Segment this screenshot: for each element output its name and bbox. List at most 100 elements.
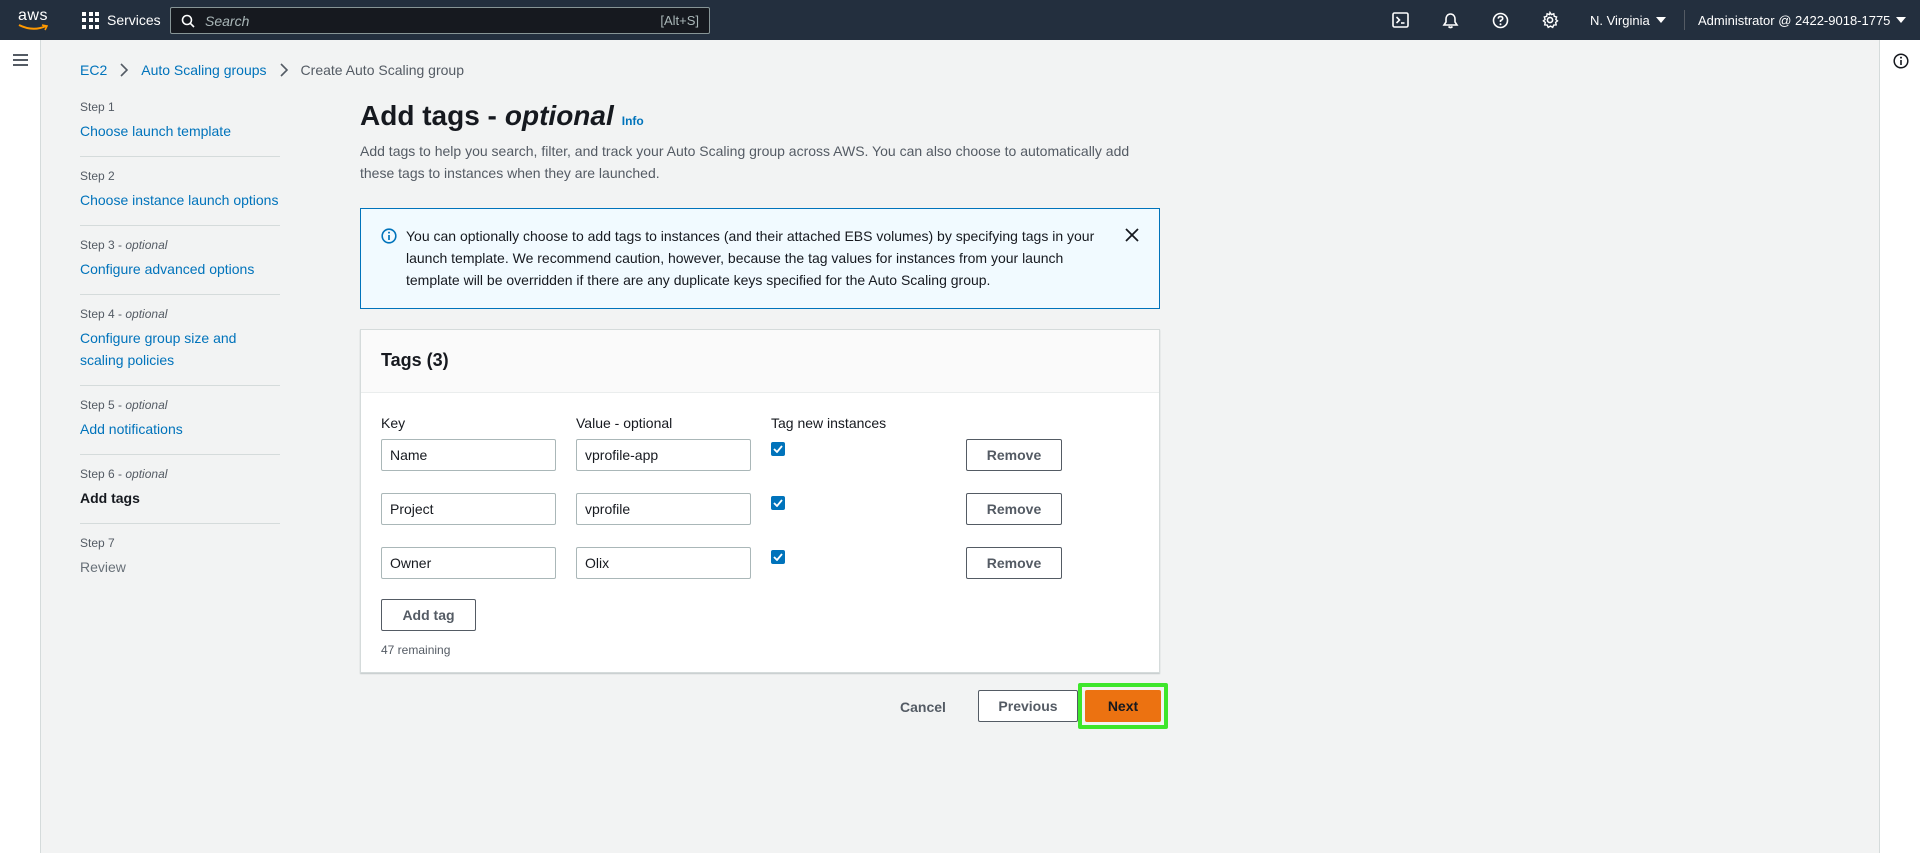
step-link-choose-instance-launch-options[interactable]: Choose instance launch options [80,189,280,211]
tag-value-input[interactable] [576,493,751,525]
step-5: Step 5 - optional Add notifications [80,398,280,455]
tag-row: Remove [381,439,1081,471]
step-link-choose-launch-template[interactable]: Choose launch template [80,120,280,142]
step-6: Step 6 - optional Add tags [80,467,280,524]
step-1: Step 1 Choose launch template [80,100,280,157]
step-number: Step 7 [80,536,115,550]
remove-tag-button[interactable]: Remove [966,547,1062,579]
account-label: Administrator @ 2422-9018-1775 [1698,12,1891,28]
search-placeholder: Search [205,12,250,29]
add-tag-button[interactable]: Add tag [381,599,476,631]
services-label: Services [107,12,161,28]
alert-text: You can optionally choose to add tags to… [406,228,1095,288]
step-3: Step 3 - optional Configure advanced opt… [80,238,280,295]
chevron-right-icon [279,63,288,77]
step-review: Review [80,559,126,575]
breadcrumb-current: Create Auto Scaling group [300,62,464,78]
column-value-label: Value - optional [576,415,673,431]
step-7: Step 7 Review [80,536,280,592]
tag-key-input[interactable] [381,547,556,579]
info-panel-icon[interactable] [1893,53,1909,69]
step-optional: optional [125,467,168,481]
account-menu[interactable]: Administrator @ 2422-9018-1775 [1698,0,1907,40]
caret-down-icon [1896,17,1907,23]
step-number: Step 3 [80,238,115,252]
page-title-text: Add tags - [360,100,497,131]
step-number: Step 5 [80,398,115,412]
step-4: Step 4 - optional Configure group size a… [80,307,280,386]
breadcrumb-auto-scaling-groups[interactable]: Auto Scaling groups [141,62,266,78]
right-tools-rail [1879,40,1920,853]
caret-down-icon [1655,17,1666,23]
aws-smile-icon [18,24,48,31]
aws-logo[interactable]: aws [16,6,52,34]
info-icon [381,228,397,244]
services-grid-icon [82,11,99,29]
search-shortcut: [Alt+S] [660,13,699,28]
left-navigation-rail [0,40,41,853]
previous-button[interactable]: Previous [978,690,1078,722]
breadcrumb: EC2 Auto Scaling groups Create Auto Scal… [80,62,464,78]
step-link-configure-group-size[interactable]: Configure group size and scaling policie… [80,327,280,371]
breadcrumb-ec2[interactable]: EC2 [80,62,107,78]
step-number: Step 6 [80,467,115,481]
step-optional: optional [125,238,168,252]
next-button[interactable]: Next [1085,690,1161,722]
check-icon [773,499,783,507]
cancel-button[interactable]: Cancel [900,699,946,715]
tag-new-instances-checkbox[interactable] [771,442,785,456]
help-icon[interactable] [1490,10,1510,30]
page-title: Add tags - optional Info [360,100,1160,132]
tag-key-input[interactable] [381,493,556,525]
column-tag-new-label: Tag new instances [771,415,887,431]
step-optional: optional [125,398,168,412]
remove-tag-button[interactable]: Remove [966,493,1062,525]
hamburger-menu-icon[interactable] [13,54,28,66]
tags-panel-header: Tags (3) [361,330,1159,393]
nav-divider [1684,10,1685,30]
info-link[interactable]: Info [622,114,644,128]
tag-new-instances-checkbox[interactable] [771,550,785,564]
page-description: Add tags to help you search, filter, and… [360,143,1130,181]
step-number: Step 4 [80,307,115,321]
step-link-add-notifications[interactable]: Add notifications [80,418,280,440]
step-2: Step 2 Choose instance launch options [80,169,280,226]
step-current-add-tags: Add tags [80,490,140,506]
tag-value-input[interactable] [576,439,751,471]
wizard-actions: Cancel Previous Next [360,683,1168,730]
next-button-highlight: Next [1078,683,1168,729]
tag-row: Remove [381,493,1081,525]
aws-logo-text: aws [18,7,48,24]
tags-panel: Tags (3) Key Value - optional Tag new in… [360,329,1160,673]
region-selector[interactable]: N. Virginia [1590,0,1666,40]
check-icon [773,445,783,453]
tag-new-instances-checkbox[interactable] [771,496,785,510]
tags-panel-title: Tags (3) [381,350,449,370]
step-number: Step 2 [80,169,115,183]
search-icon [181,14,195,28]
tags-panel-body: Key Value - optional Tag new instances R… [361,393,1159,579]
wizard-steps: Step 1 Choose launch template Step 2 Cho… [80,100,280,604]
main-content: Add tags - optional Info Add tags to hel… [360,100,1168,729]
page-title-optional: optional [504,100,614,131]
top-navigation: aws Services Search [Alt+S] N. Virginia … [0,0,1920,40]
check-icon [773,553,783,561]
step-number: Step 1 [80,100,115,114]
tag-row: Remove [381,547,1081,579]
close-icon[interactable] [1125,228,1139,242]
settings-icon[interactable] [1540,10,1560,30]
column-key-label: Key [381,415,406,431]
step-optional: optional [125,307,168,321]
tag-key-input[interactable] [381,439,556,471]
chevron-right-icon [120,63,129,77]
search-input[interactable]: Search [Alt+S] [170,7,710,34]
step-link-configure-advanced-options[interactable]: Configure advanced options [80,258,280,280]
services-menu-button[interactable]: Services [82,0,161,40]
region-label: N. Virginia [1590,12,1650,28]
info-alert: You can optionally choose to add tags to… [360,208,1160,309]
tags-remaining-count: 47 remaining [381,643,451,657]
bell-icon[interactable] [1440,10,1460,30]
tag-value-input[interactable] [576,547,751,579]
remove-tag-button[interactable]: Remove [966,439,1062,471]
cloudshell-icon[interactable] [1390,10,1410,30]
